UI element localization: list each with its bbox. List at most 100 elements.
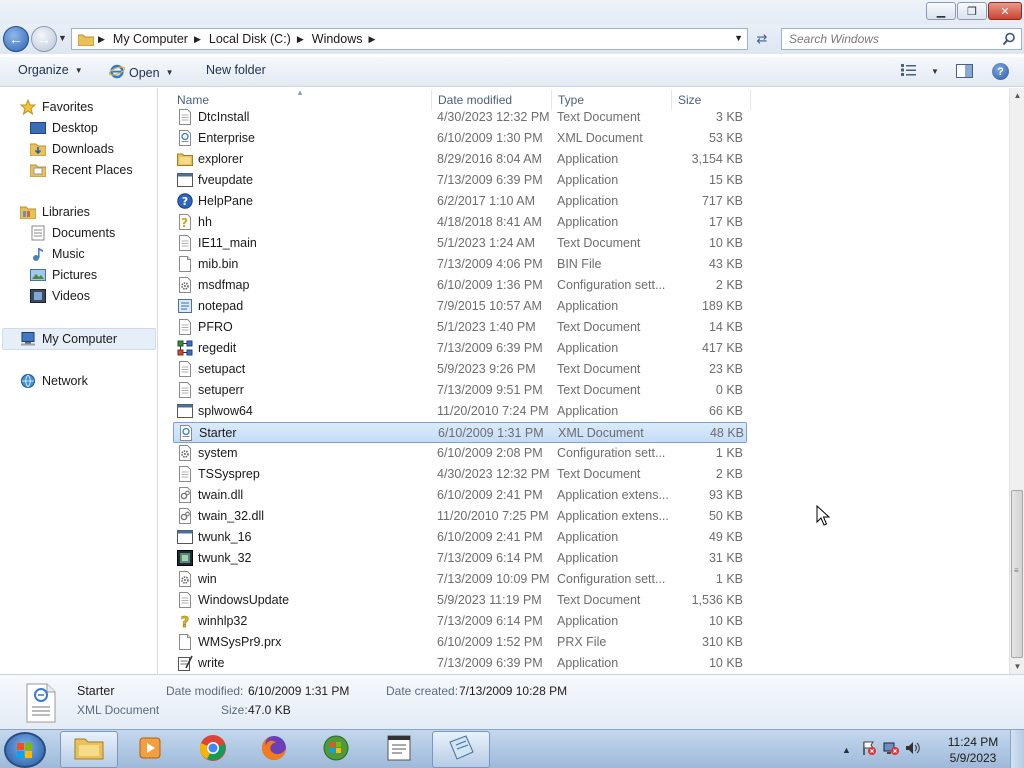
file-row[interactable]: setupact 5/9/2023 9:26 PM Text Document 23 …: [173, 359, 747, 380]
scroll-up-button[interactable]: ▲: [1010, 88, 1024, 103]
change-view-button[interactable]: ▼: [901, 64, 939, 79]
organize-button[interactable]: Organize ▼: [18, 63, 83, 77]
file-row[interactable]: setuperr 7/13/2009 9:51 PM Text Document 0 …: [173, 380, 747, 401]
text-file-icon: [177, 361, 193, 377]
file-row[interactable]: explorer 8/29/2016 8:04 AM Application 3,15…: [173, 149, 747, 170]
file-row[interactable]: twain_32.dll 11/20/2010 7:25 PM Applicatio…: [173, 506, 747, 527]
nav-favorites[interactable]: Favorites: [20, 97, 93, 117]
minimize-button[interactable]: ▁: [926, 2, 956, 20]
firefox-icon: [260, 734, 288, 765]
file-row[interactable]: Enterprise 6/10/2009 1:30 PM XML Document 5…: [173, 128, 747, 149]
close-button[interactable]: ✕: [988, 2, 1022, 20]
help-button[interactable]: ?: [992, 63, 1009, 80]
back-button[interactable]: ←: [3, 26, 29, 52]
file-row[interactable]: fveupdate 7/13/2009 6:39 PM Application 15 …: [173, 170, 747, 191]
nav-documents[interactable]: Documents: [30, 223, 115, 243]
regedit-icon: [177, 340, 193, 356]
taskbar-windows-update[interactable]: [307, 731, 365, 768]
file-size: 1,536 KB: [691, 593, 743, 607]
address-dropdown-icon[interactable]: ▼: [734, 33, 743, 43]
file-date-modified: 6/10/2009 1:36 PM: [437, 278, 543, 292]
file-row[interactable]: twunk_16 6/10/2009 2:41 PM Application 49 K…: [173, 527, 747, 548]
file-row[interactable]: write 7/13/2009 6:39 PM Application 10 KB: [173, 653, 747, 674]
file-row[interactable]: twain.dll 6/10/2009 2:41 PM Application ex…: [173, 485, 747, 506]
file-size: 49 KB: [708, 530, 743, 544]
taskbar-text-editor[interactable]: [370, 731, 428, 768]
file-row[interactable]: IE11_main 5/1/2023 1:24 AM Text Document 10…: [173, 233, 747, 254]
file-date-modified: 7/13/2009 6:14 PM: [437, 614, 543, 628]
clock-time: 11:24 PM: [947, 735, 999, 749]
refresh-button[interactable]: ⇄: [750, 30, 774, 48]
mouse-cursor-icon: [816, 504, 831, 530]
breadcrumb-localdisk[interactable]: Local Disk (C:) ▶: [209, 32, 312, 46]
open-button[interactable]: Open ▼: [108, 63, 174, 82]
search-box[interactable]: [781, 28, 1022, 50]
forward-button[interactable]: →: [31, 26, 57, 52]
breadcrumb-root-arrow[interactable]: ▶: [96, 34, 113, 45]
nav-mycomputer[interactable]: My Computer: [20, 329, 117, 349]
nav-videos[interactable]: Videos: [30, 286, 90, 306]
file-row[interactable]: mib.bin 7/13/2009 4:06 PM BIN File 43 KB: [173, 254, 747, 275]
help-question-icon: ?: [177, 613, 193, 632]
file-type: Application: [557, 215, 619, 229]
file-row[interactable]: notepad 7/9/2015 10:57 AM Application 189 K…: [173, 296, 747, 317]
action-center-flag-icon[interactable]: [861, 740, 877, 759]
computer-icon: [20, 331, 36, 347]
show-desktop-button[interactable]: [1010, 730, 1024, 768]
file-row[interactable]: splwow64 11/20/2010 7:24 PM Application 66 …: [173, 401, 747, 422]
network-status-icon[interactable]: [883, 740, 899, 759]
vertical-scrollbar[interactable]: ▲ ≡ ▼: [1009, 88, 1024, 674]
file-row[interactable]: msdfmap 6/10/2009 1:36 PM Configuration se…: [173, 275, 747, 296]
file-row[interactable]: TSSysprep 4/30/2023 12:32 PM Text Document…: [173, 464, 747, 485]
file-type: BIN File: [557, 257, 602, 271]
file-row[interactable]: DtcInstall 4/30/2023 12:32 PM Text Documen…: [173, 107, 747, 128]
start-button[interactable]: [4, 732, 46, 768]
file-date-modified: 4/18/2018 8:41 AM: [437, 215, 542, 229]
address-bar[interactable]: ▶ My Computer ▶ Local Disk (C:) ▶ Windows ▶…: [71, 28, 748, 50]
volume-icon[interactable]: [905, 740, 921, 759]
file-row[interactable]: WindowsUpdate 5/9/2023 11:19 PM Text Docum…: [173, 590, 747, 611]
file-size: 14 KB: [708, 320, 743, 334]
taskbar-firefox[interactable]: [245, 731, 303, 768]
recent-pages-button[interactable]: ▼: [58, 33, 68, 45]
show-hidden-icons-button[interactable]: ▲: [842, 745, 851, 755]
nav-desktop[interactable]: Desktop: [30, 118, 98, 138]
file-row[interactable]: PFRO 5/1/2023 1:40 PM Text Document 14 KB: [173, 317, 747, 338]
search-icon[interactable]: [1002, 32, 1016, 49]
search-input[interactable]: [789, 32, 994, 46]
taskbar-explorer[interactable]: [60, 731, 118, 768]
taskbar-chrome[interactable]: [184, 731, 242, 768]
file-row[interactable]: system 6/10/2009 2:08 PM Configuration set…: [173, 443, 747, 464]
taskbar-notepad[interactable]: [432, 731, 490, 768]
nav-network[interactable]: Network: [20, 371, 88, 391]
details-modified-label: Date modified:: [166, 684, 244, 698]
file-row[interactable]: ? HelpPane 6/2/2017 1:10 AM Application 717 …: [173, 191, 747, 212]
system-clock[interactable]: 11:24 PM 5/9/2023: [945, 734, 1001, 766]
file-row[interactable]: ? winhlp32 7/13/2009 6:14 PM Application 10 …: [173, 611, 747, 632]
file-row[interactable]: win 7/13/2009 10:09 PM Configuration sett.…: [173, 569, 747, 590]
file-size: 53 KB: [708, 131, 743, 145]
preview-pane-button[interactable]: [956, 64, 973, 81]
new-folder-button[interactable]: New folder: [206, 63, 266, 77]
file-row[interactable]: regedit 7/13/2009 6:39 PM Application 417 K…: [173, 338, 747, 359]
breadcrumb-windows[interactable]: Windows ▶: [312, 32, 384, 46]
maximize-button[interactable]: ❐: [957, 2, 987, 20]
taskbar-media-player[interactable]: [121, 731, 179, 768]
file-row[interactable]: twunk_32 7/13/2009 6:14 PM Application 31 K…: [173, 548, 747, 569]
file-row[interactable]: WMSysPr9.prx 6/10/2009 1:52 PM PRX File 310…: [173, 632, 747, 653]
details-created-value[interactable]: 7/13/2009 10:28 PM: [459, 684, 567, 698]
file-name: explorer: [198, 152, 244, 166]
nav-recent-places[interactable]: Recent Places: [30, 160, 133, 180]
nav-pictures[interactable]: Pictures: [30, 265, 97, 285]
nav-libraries[interactable]: Libraries: [20, 202, 90, 222]
scroll-thumb[interactable]: ≡: [1011, 490, 1023, 658]
file-row[interactable]: ? hh 4/18/2018 8:41 AM Application 17 KB: [173, 212, 747, 233]
app-window-icon: [177, 403, 193, 419]
details-modified-value[interactable]: 6/10/2009 1:31 PM: [248, 684, 349, 698]
nav-music[interactable]: Music: [30, 244, 85, 264]
nav-downloads[interactable]: Downloads: [30, 139, 114, 159]
file-row[interactable]: Starter 6/10/2009 1:31 PM XML Document 48 K…: [173, 422, 747, 443]
scroll-down-button[interactable]: ▼: [1010, 659, 1024, 674]
column-divider[interactable]: [750, 90, 751, 110]
breadcrumb-mycomputer[interactable]: My Computer ▶: [113, 32, 209, 46]
